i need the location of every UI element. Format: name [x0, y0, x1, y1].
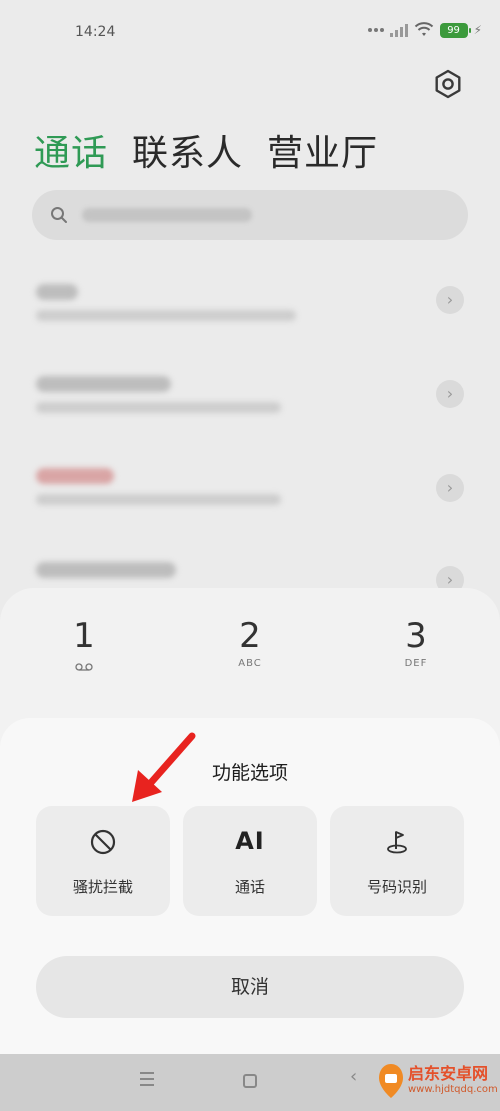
menu-icon[interactable]: [140, 1072, 154, 1090]
signal-icon: [389, 23, 408, 37]
option-number-id[interactable]: 号码识别: [330, 806, 464, 916]
status-bar: 14:24 99 ⚡: [0, 0, 500, 64]
dial-key-2[interactable]: 2 ABC: [210, 616, 290, 669]
call-log-item[interactable]: ›: [34, 376, 466, 436]
status-time: 14:24: [75, 24, 116, 40]
chevron-right-icon[interactable]: ›: [436, 380, 464, 408]
ai-icon: AI: [235, 827, 265, 855]
top-tabs: 通话 联系人 营业厅: [34, 124, 378, 176]
search-placeholder-blurred: [82, 208, 252, 222]
tab-service-hall[interactable]: 营业厅: [267, 124, 378, 176]
location-pin-icon: [387, 831, 407, 854]
back-icon[interactable]: ‹: [350, 1066, 357, 1087]
chevron-right-icon[interactable]: ›: [436, 474, 464, 502]
watermark-url: www.hjdtqdq.com: [408, 1084, 498, 1095]
cancel-button[interactable]: 取消: [36, 956, 464, 1018]
call-log-item[interactable]: ›: [34, 468, 466, 528]
chevron-right-icon[interactable]: ›: [436, 286, 464, 314]
search-bar[interactable]: [32, 190, 468, 240]
option-label: 号码识别: [366, 878, 427, 896]
block-icon: [90, 829, 116, 855]
options-bottom-sheet: 功能选项 骚扰拦截 AI 通话 号码识别 取消: [0, 718, 500, 1054]
wifi-icon: [414, 22, 433, 36]
watermark-text: 启东安卓网: [408, 1064, 489, 1083]
voicemail-icon: [75, 663, 93, 671]
tab-contacts[interactable]: 联系人: [132, 124, 243, 176]
option-label: 骚扰拦截: [72, 878, 133, 896]
home-icon[interactable]: [243, 1074, 257, 1088]
option-spam-block[interactable]: 骚扰拦截: [36, 806, 170, 916]
option-label: 通话: [234, 878, 265, 896]
charging-icon: ⚡: [473, 23, 482, 37]
call-log-item[interactable]: ›: [34, 284, 466, 344]
tab-calls[interactable]: 通话: [34, 124, 108, 176]
watermark-shield-icon: [379, 1064, 403, 1098]
battery-icon: 99: [439, 22, 471, 38]
dial-key-1[interactable]: 1: [44, 616, 124, 675]
search-icon: [51, 207, 67, 223]
settings-gear-icon[interactable]: [432, 68, 464, 100]
sheet-title: 功能选项: [211, 762, 288, 784]
status-icons: 99 ⚡: [367, 22, 482, 38]
option-ai-call[interactable]: AI 通话: [183, 806, 317, 916]
watermark-logo: 启东安卓网 www.hjdtqdq.com: [372, 1052, 500, 1111]
more-dots-icon: [367, 28, 384, 32]
annotation-arrow-icon: [132, 732, 196, 802]
dial-key-3[interactable]: 3 DEF: [376, 616, 456, 669]
